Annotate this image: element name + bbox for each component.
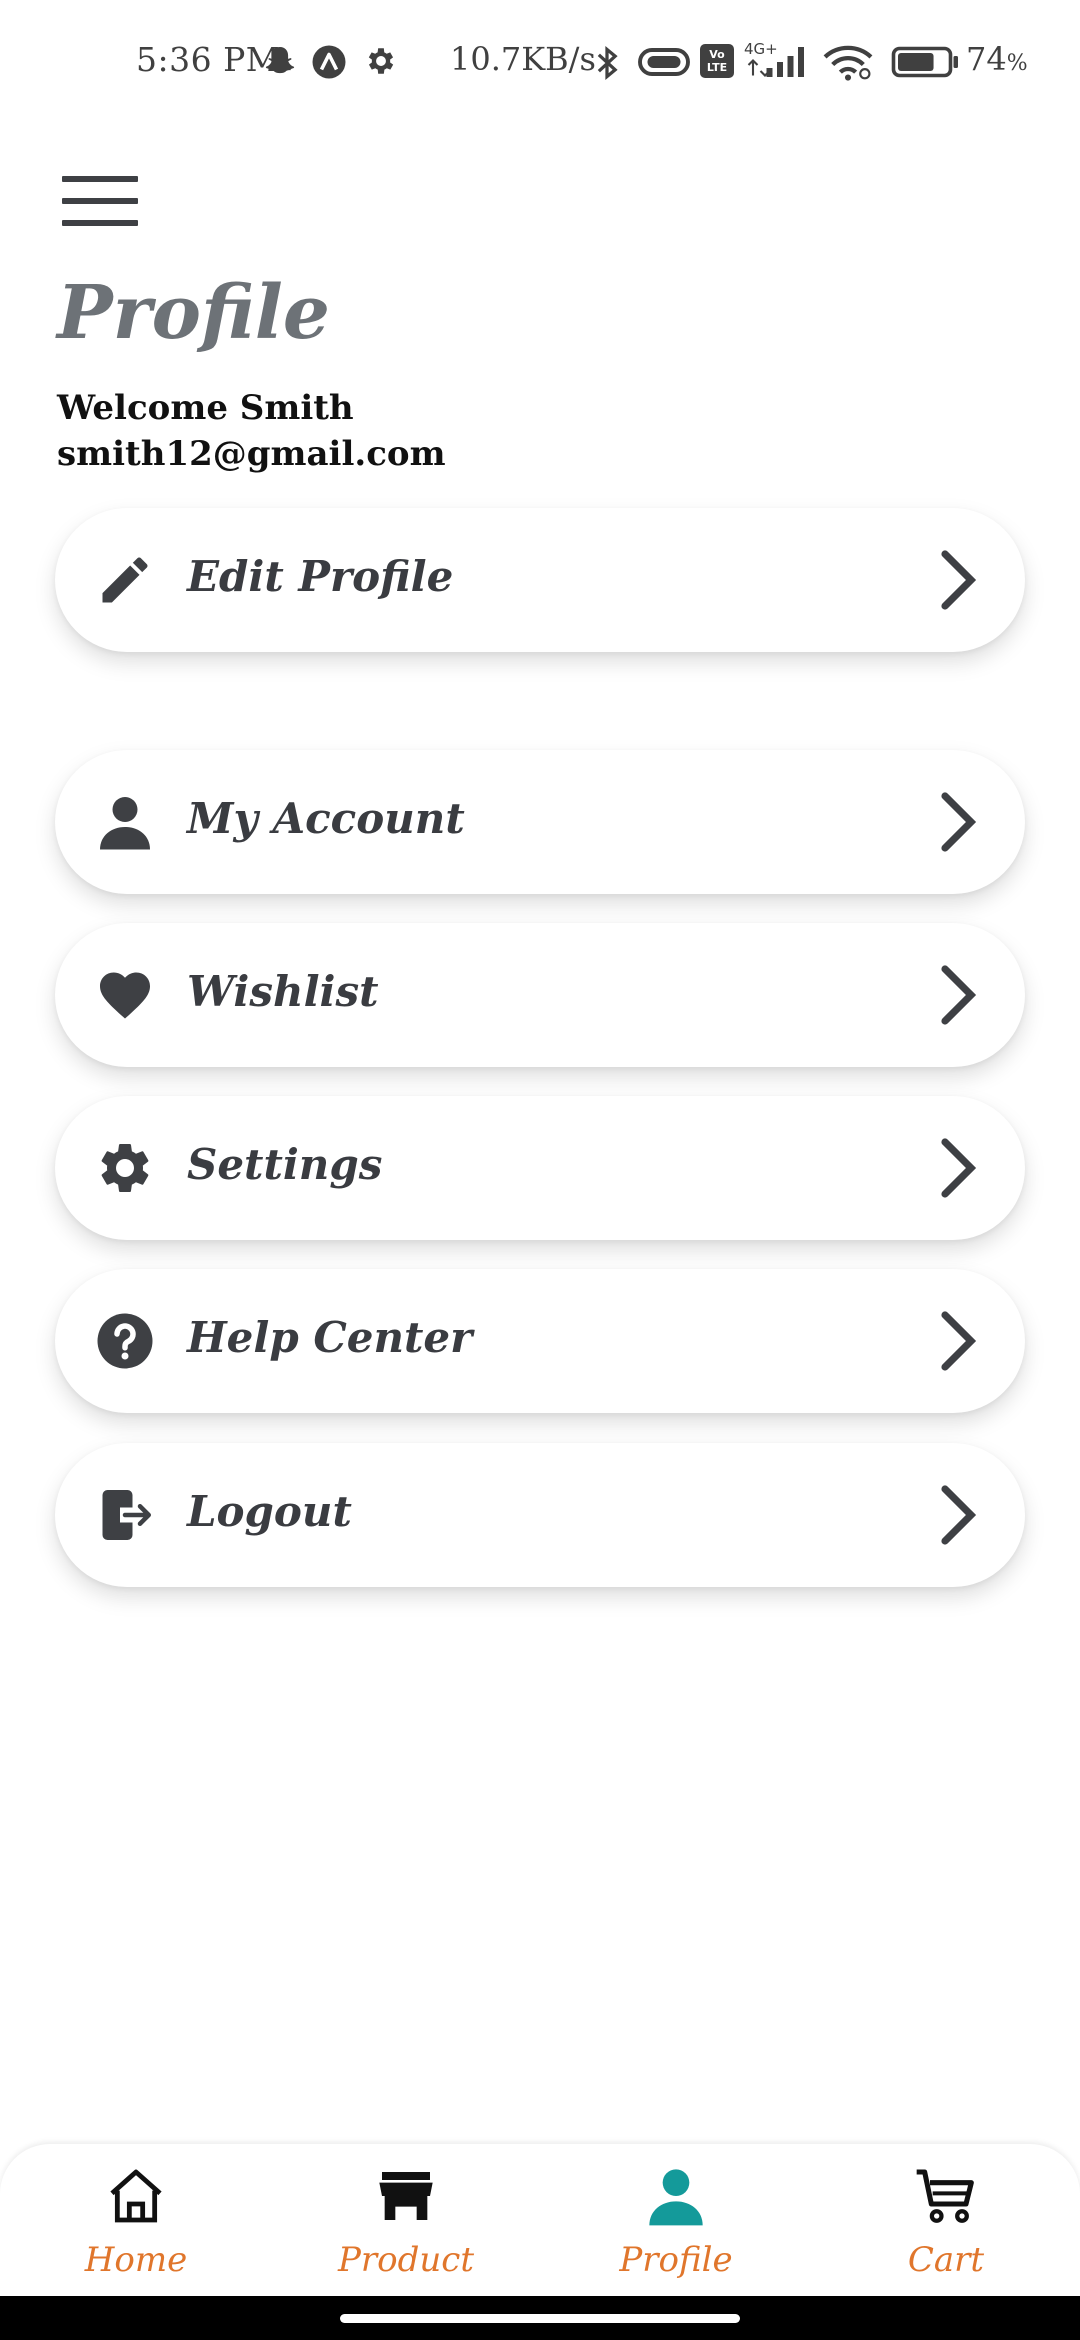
chevron-right-icon <box>941 1485 977 1545</box>
status-bar: 5:36 PM 10.7KB/s Vo LTE 4G+ 74% <box>0 0 1080 124</box>
help-center-button[interactable]: Help Center <box>55 1269 1025 1413</box>
bluetooth-icon <box>597 45 618 81</box>
volte-label: Vo LTE <box>706 48 728 74</box>
wishlist-label: Wishlist <box>187 967 379 1016</box>
bottom-nav: Home Product Profile Cart <box>0 2144 1080 2296</box>
person-icon <box>100 797 150 850</box>
battery-percent-sign: % <box>1006 51 1028 76</box>
battery-percent-value: 74 <box>966 40 1007 78</box>
hamburger-icon[interactable] <box>62 176 138 226</box>
my-account-button[interactable]: My Account <box>55 750 1025 894</box>
home-indicator[interactable] <box>340 2314 740 2323</box>
battery-icon <box>891 46 958 78</box>
user-email: smith12@gmail.com <box>57 434 446 474</box>
my-account-label: My Account <box>187 794 465 843</box>
network-speed: 10.7KB/s <box>450 40 596 78</box>
logout-label: Logout <box>187 1487 352 1536</box>
settings-icon <box>368 48 394 74</box>
help-circle-icon <box>97 1313 153 1369</box>
nav-product[interactable]: Product <box>306 2144 506 2296</box>
chevron-right-icon <box>941 550 977 610</box>
nav-profile-label: Profile <box>619 2240 733 2280</box>
battery-percent: 74% <box>966 40 1028 78</box>
help-center-label: Help Center <box>187 1313 473 1362</box>
page-title: Profile <box>57 270 330 356</box>
person-icon <box>649 2169 703 2226</box>
chevron-right-icon <box>941 1138 977 1198</box>
wishlist-button[interactable]: Wishlist <box>55 923 1025 1067</box>
nav-product-label: Product <box>338 2240 474 2280</box>
chevron-right-icon <box>941 965 977 1025</box>
wifi-icon <box>823 45 873 81</box>
volte-icon: Vo LTE <box>700 44 734 78</box>
edit-profile-button[interactable]: Edit Profile <box>55 508 1025 652</box>
app-icon <box>312 45 346 79</box>
settings-label: Settings <box>187 1140 383 1189</box>
chevron-right-icon <box>941 1311 977 1371</box>
snapchat-icon <box>265 47 295 74</box>
nav-home[interactable]: Home <box>36 2144 236 2296</box>
cart-icon <box>916 2169 974 2223</box>
nav-cart-label: Cart <box>907 2240 985 2280</box>
signal-icon <box>747 47 804 77</box>
vibrate-icon <box>638 48 690 76</box>
edit-profile-label: Edit Profile <box>187 552 454 601</box>
welcome-text: Welcome Smith <box>57 388 354 428</box>
nav-cart[interactable]: Cart <box>846 2144 1046 2296</box>
chevron-right-icon <box>941 792 977 852</box>
heart-icon <box>100 972 150 1019</box>
status-time: 5:36 PM <box>136 40 281 79</box>
gesture-bar <box>0 2296 1080 2340</box>
nav-profile[interactable]: Profile <box>576 2144 776 2296</box>
logout-button[interactable]: Logout <box>55 1443 1025 1587</box>
settings-button[interactable]: Settings <box>55 1096 1025 1240</box>
logout-icon <box>102 1490 151 1540</box>
home-icon <box>110 2169 162 2223</box>
pencil-icon <box>102 557 148 603</box>
gear-icon <box>101 1143 149 1192</box>
nav-home-label: Home <box>84 2240 188 2280</box>
store-icon <box>379 2172 433 2220</box>
